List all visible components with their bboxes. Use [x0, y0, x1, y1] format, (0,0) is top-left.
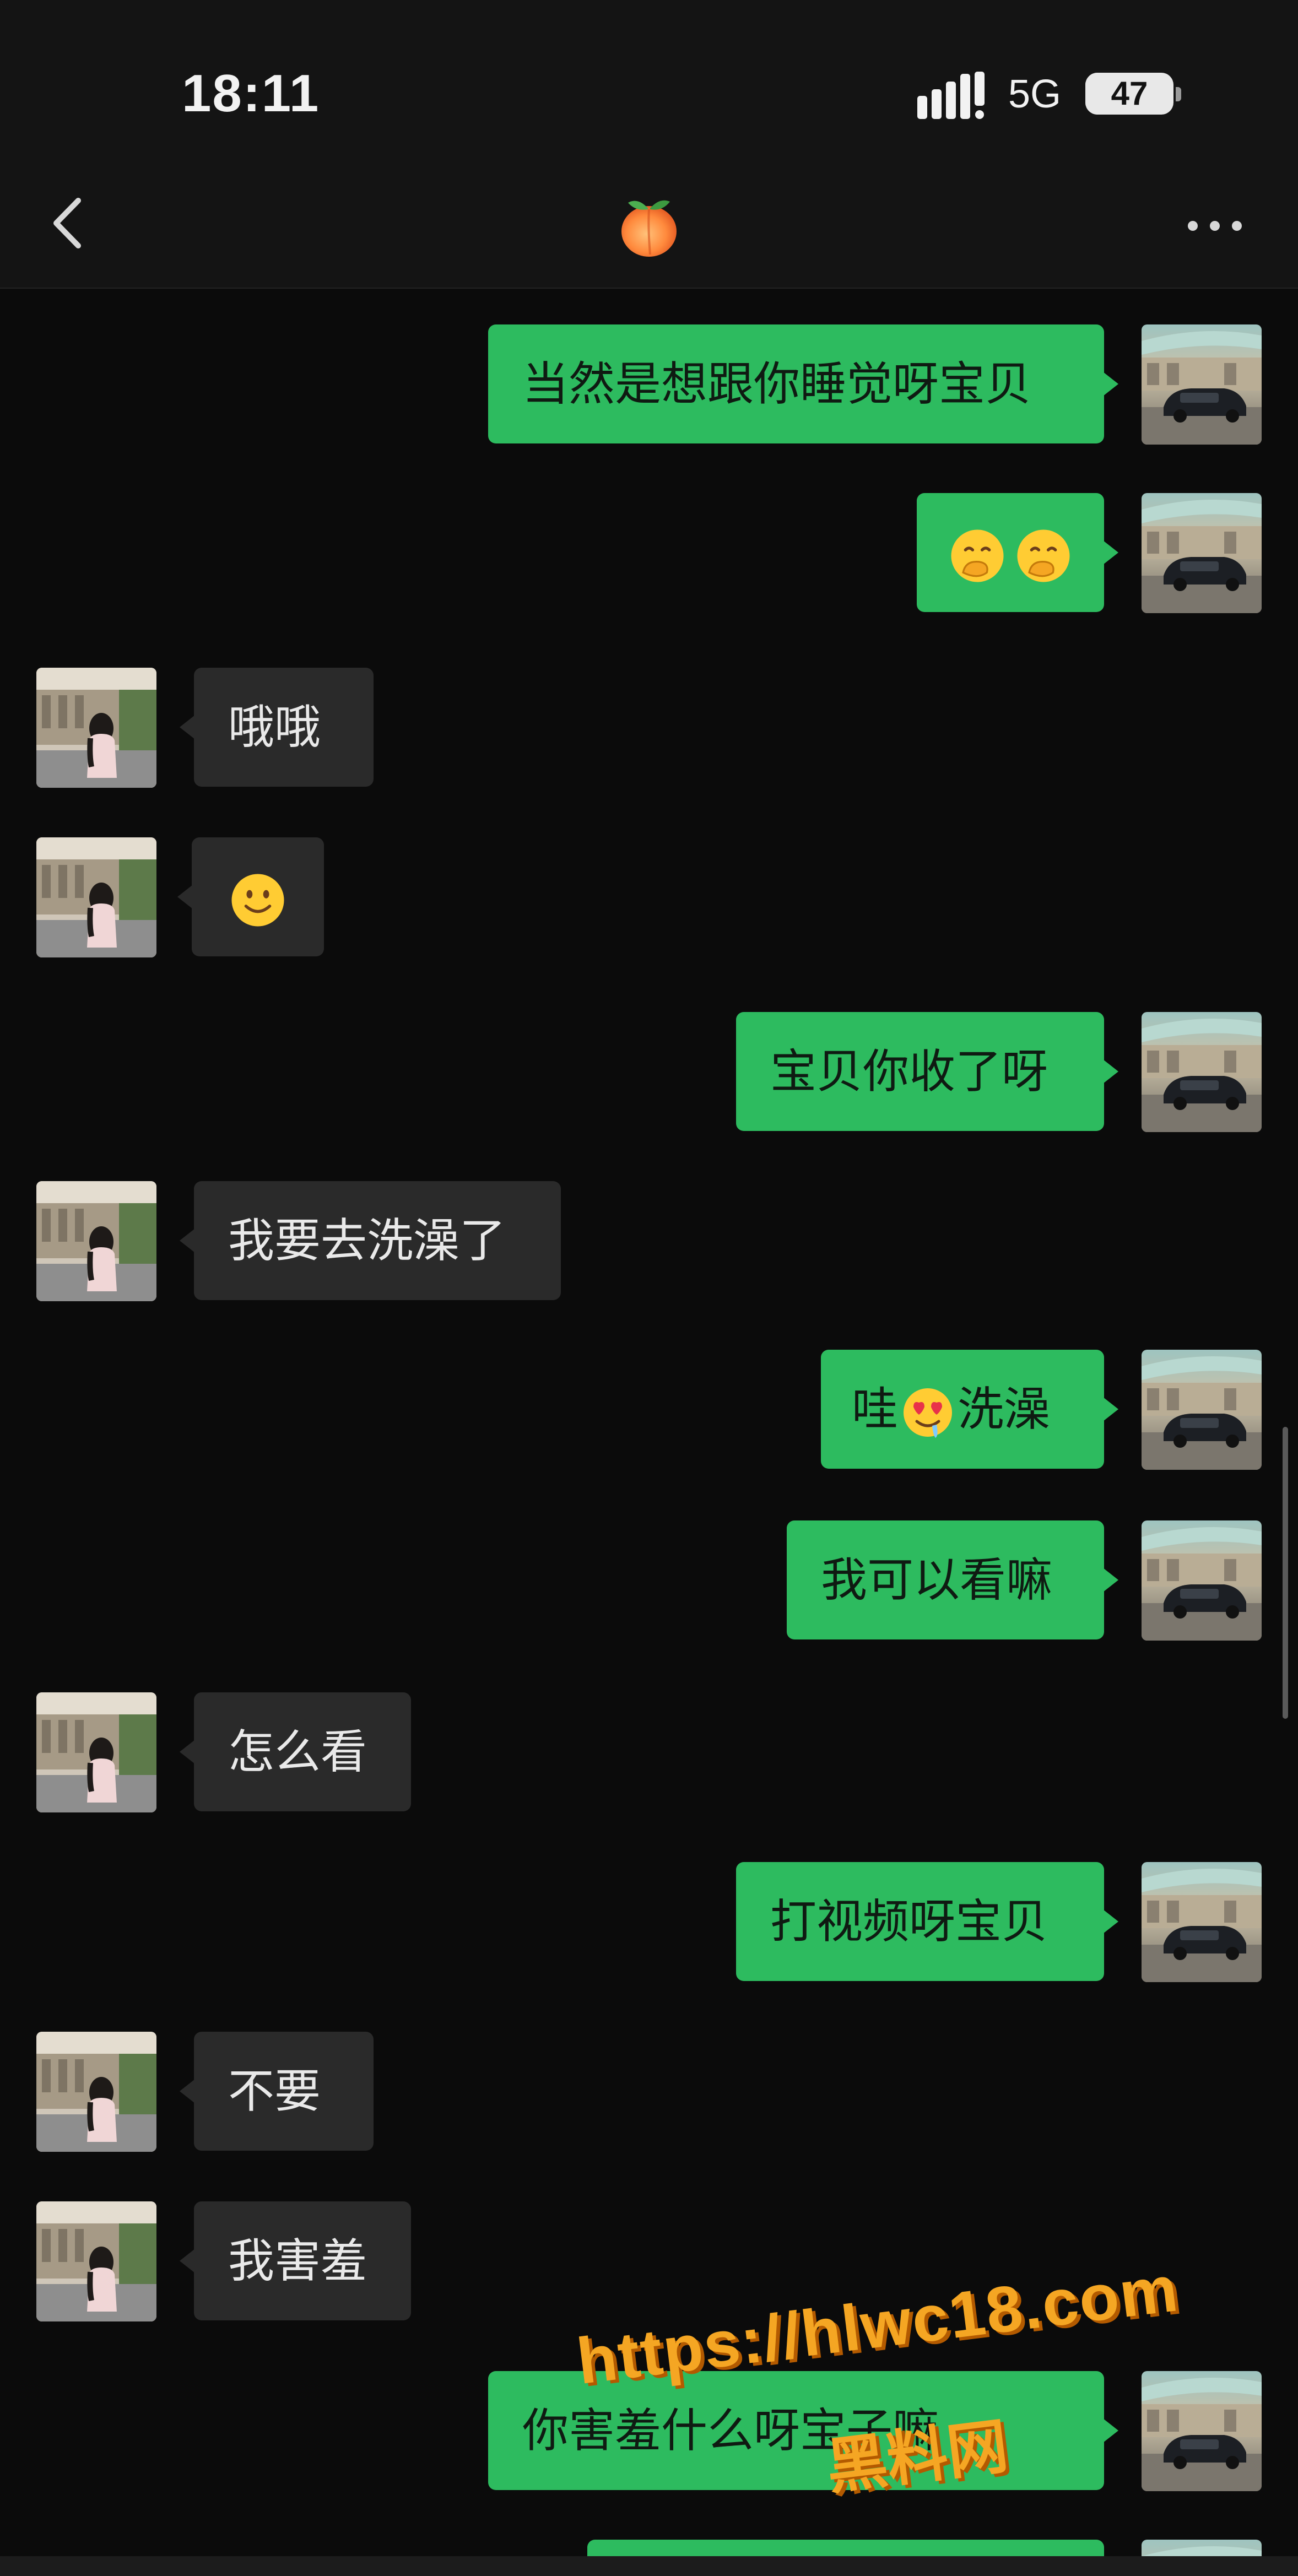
message-bubble-outgoing[interactable]: 当然是想跟你睡觉呀宝贝: [488, 324, 1118, 443]
message-bubble-incoming[interactable]: 我害羞: [180, 2201, 411, 2320]
my-avatar[interactable]: [1142, 1862, 1262, 1982]
girl-photo-icon: [36, 837, 156, 957]
battery-tip: [1176, 87, 1181, 101]
my-avatar[interactable]: [1142, 1520, 1262, 1641]
chat-screen: 18:11 5G 47 当然是想跟你睡觉呀宝贝 哦哦 宝贝你收了呀 我要去洗澡了…: [0, 0, 1298, 2576]
slight-smile-emoji-icon: [231, 874, 284, 927]
girl-photo-icon: [36, 2032, 156, 2152]
scrollbar-thumb[interactable]: [1283, 1427, 1288, 1719]
my-avatar[interactable]: [1142, 324, 1262, 445]
status-time: 18:11: [182, 64, 320, 123]
car-photo-icon: [1142, 1862, 1262, 1982]
message-bubble-incoming[interactable]: 不要: [180, 2032, 374, 2151]
message-bubble-incoming[interactable]: [177, 837, 324, 956]
chevron-left-icon[interactable]: [44, 193, 99, 253]
nav-bar: [0, 165, 1298, 289]
car-photo-icon: [1142, 324, 1262, 445]
message-text: 不要: [228, 2064, 321, 2118]
message-text: 宝贝你收了呀: [770, 1045, 1048, 1098]
hand-over-mouth-emoji-icon: [951, 529, 1004, 582]
girl-photo-icon: [36, 1181, 156, 1301]
car-photo-icon: [1142, 2371, 1262, 2491]
car-photo-icon: [1142, 493, 1262, 613]
message-text: 我可以看嘛: [821, 1553, 1053, 1607]
message-text: 当然是想跟你睡觉呀宝贝: [522, 357, 1032, 411]
car-photo-icon: [1142, 1350, 1262, 1470]
message-text: 我要去洗澡了: [228, 1214, 506, 1268]
contact-avatar[interactable]: [36, 668, 156, 788]
hand-over-mouth-emoji-icon: [1017, 529, 1070, 582]
chat-area[interactable]: 当然是想跟你睡觉呀宝贝 哦哦 宝贝你收了呀 我要去洗澡了 哇 洗澡 我可以看嘛 …: [0, 289, 1298, 2576]
status-bar: 18:11 5G 47: [0, 0, 1298, 165]
message-text-before: 哇: [852, 1382, 899, 1436]
my-avatar[interactable]: [1142, 1012, 1262, 1132]
contact-avatar[interactable]: [36, 1692, 156, 1812]
message-bubble-incoming[interactable]: 怎么看: [180, 1692, 411, 1811]
my-avatar[interactable]: [1142, 2371, 1262, 2491]
message-text-after: 洗澡: [958, 1382, 1051, 1436]
girl-photo-icon: [36, 668, 156, 788]
girl-photo-icon: [36, 2201, 156, 2321]
network-label: 5G: [1008, 72, 1062, 116]
my-avatar[interactable]: [1142, 1350, 1262, 1470]
contact-avatar[interactable]: [36, 2032, 156, 2152]
car-photo-icon: [1142, 1012, 1262, 1132]
message-text: 我害羞: [228, 2234, 367, 2288]
battery-icon: 47: [1085, 73, 1173, 115]
battery-percent: 47: [1111, 75, 1148, 112]
message-bubble-incoming[interactable]: 我要去洗澡了: [180, 1181, 561, 1300]
more-dots-icon[interactable]: [1185, 215, 1245, 237]
message-bubble-outgoing[interactable]: 哇 洗澡: [821, 1350, 1118, 1469]
contact-avatar[interactable]: [36, 2201, 156, 2321]
peach-icon: [621, 200, 677, 257]
girl-photo-icon: [36, 1692, 156, 1812]
bottom-edge: [0, 2556, 1298, 2576]
message-bubble-outgoing[interactable]: 我可以看嘛: [787, 1520, 1118, 1639]
message-text: 打视频呀宝贝: [770, 1895, 1048, 1949]
message-bubble-outgoing[interactable]: [917, 493, 1118, 612]
my-avatar[interactable]: [1142, 493, 1262, 613]
heart-eyes-drool-emoji-icon: [904, 1388, 953, 1438]
message-bubble-incoming[interactable]: 哦哦: [180, 668, 374, 787]
message-bubble-outgoing[interactable]: 打视频呀宝贝: [736, 1862, 1118, 1981]
contact-avatar[interactable]: [36, 837, 156, 957]
car-photo-icon: [1142, 1520, 1262, 1641]
message-text: 怎么看: [228, 1725, 367, 1779]
message-text: 哦哦: [228, 700, 321, 754]
message-bubble-outgoing[interactable]: 宝贝你收了呀: [736, 1012, 1118, 1131]
contact-avatar[interactable]: [36, 1181, 156, 1301]
signal-icon: [917, 72, 985, 119]
